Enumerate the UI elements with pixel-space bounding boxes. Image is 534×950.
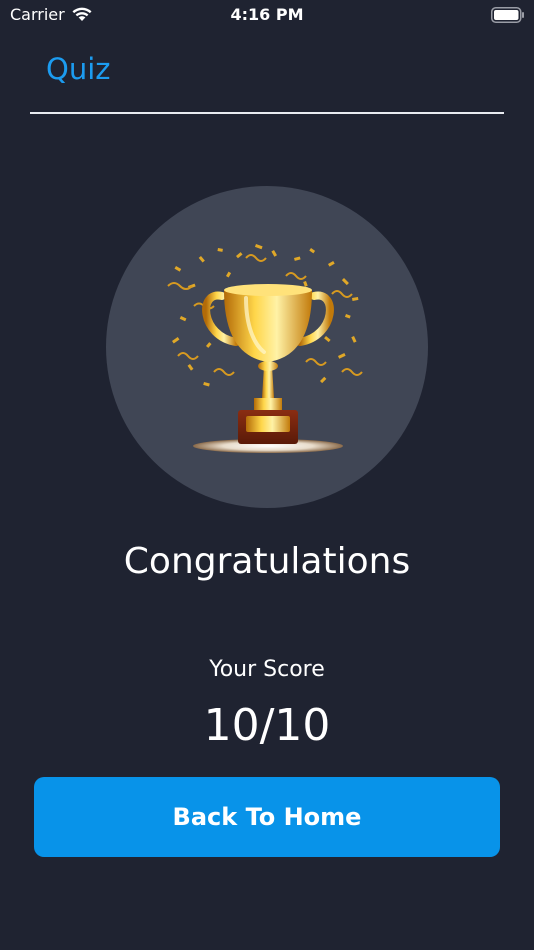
header-divider xyxy=(30,112,504,114)
page-title: Quiz xyxy=(46,52,111,86)
status-bar: Carrier 4:16 PM xyxy=(0,0,534,30)
clock-time: 4:16 PM xyxy=(230,5,304,24)
score-value: 10/10 xyxy=(203,700,331,751)
score-label: Your Score xyxy=(209,657,325,682)
trophy-image xyxy=(106,186,428,508)
back-to-home-button[interactable]: Back To Home xyxy=(34,777,500,857)
battery-icon xyxy=(491,7,525,27)
congratulations-heading: Congratulations xyxy=(123,541,411,582)
trophy-icon xyxy=(167,244,363,453)
